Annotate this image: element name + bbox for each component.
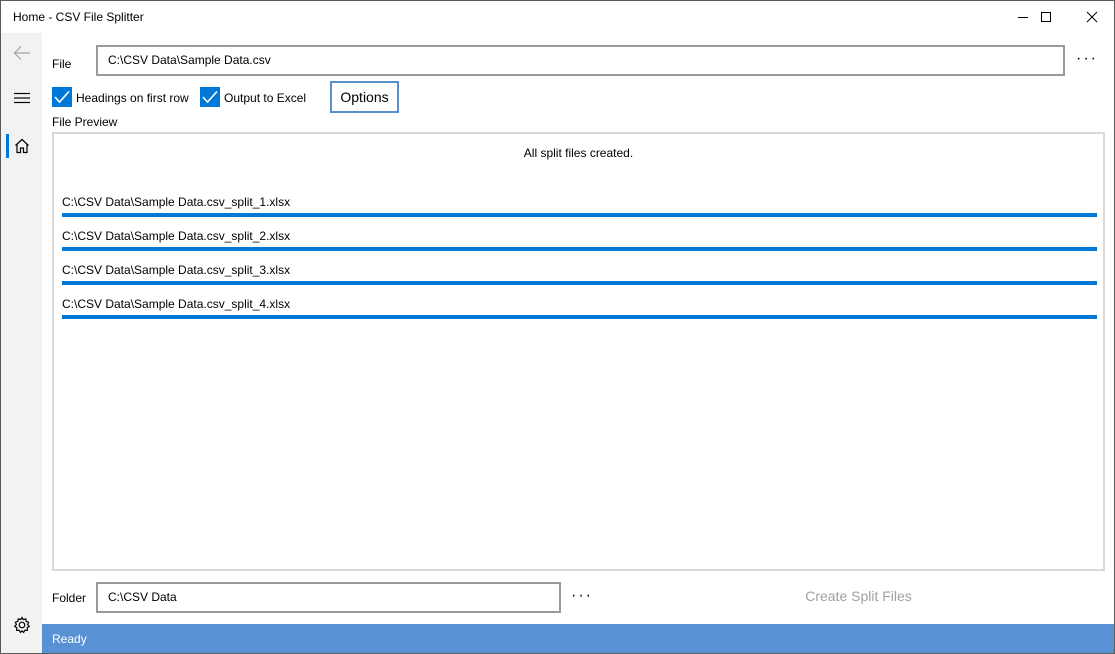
app-window: Home - CSV File Splitter File C:\CSV Dat… (0, 0, 1115, 654)
close-icon (1086, 11, 1098, 23)
excel-label[interactable]: Output to Excel (224, 91, 306, 105)
headings-label[interactable]: Headings on first row (76, 91, 189, 105)
split-file-item: C:\CSV Data\Sample Data.csv_split_1.xlsx (62, 189, 1097, 219)
split-file-item: C:\CSV Data\Sample Data.csv_split_2.xlsx (62, 223, 1097, 253)
folder-path-input[interactable]: C:\CSV Data (96, 582, 561, 613)
split-file-name: C:\CSV Data\Sample Data.csv_split_4.xlsx (62, 297, 291, 311)
maximize-icon (1041, 12, 1051, 22)
menu-button[interactable] (1, 78, 42, 118)
title-bar[interactable]: Home - CSV File Splitter (1, 1, 1114, 33)
split-progress-bar (62, 281, 1097, 285)
file-preview-panel: All split files created. C:\CSV Data\Sam… (52, 132, 1105, 571)
home-icon (14, 138, 29, 154)
options-button[interactable]: Options (330, 81, 399, 113)
file-path-input[interactable]: C:\CSV Data\Sample Data.csv (96, 45, 1065, 76)
close-button[interactable] (1069, 1, 1115, 33)
nav-pane (1, 33, 42, 653)
progress-fill (62, 247, 1097, 251)
split-file-name: C:\CSV Data\Sample Data.csv_split_3.xlsx (62, 263, 291, 277)
checkmark-icon (54, 90, 70, 104)
back-button[interactable] (1, 33, 42, 73)
gear-icon (13, 616, 30, 634)
status-bar: Ready (42, 624, 1114, 653)
window-title: Home - CSV File Splitter (13, 10, 144, 24)
status-text: Ready (52, 632, 87, 646)
folder-label: Folder (52, 591, 87, 605)
create-split-files-button[interactable]: Create Split Files (781, 588, 936, 608)
progress-fill (62, 315, 1097, 319)
progress-fill (62, 281, 1097, 285)
headings-checkbox[interactable] (52, 87, 72, 107)
browse-file-button[interactable]: ··· (1076, 51, 1098, 67)
nav-item-home[interactable] (1, 126, 42, 166)
split-file-item: C:\CSV Data\Sample Data.csv_split_3.xlsx (62, 257, 1097, 287)
file-preview-label: File Preview (52, 115, 118, 129)
nav-item-settings[interactable] (1, 605, 42, 645)
split-file-item: C:\CSV Data\Sample Data.csv_split_4.xlsx (62, 291, 1097, 321)
progress-fill (62, 213, 1097, 217)
maximize-button[interactable] (1023, 1, 1069, 33)
file-label: File (52, 57, 72, 71)
browse-folder-button[interactable]: ··· (571, 588, 593, 604)
split-file-name: C:\CSV Data\Sample Data.csv_split_2.xlsx (62, 229, 291, 243)
hamburger-icon (13, 92, 30, 104)
split-file-name: C:\CSV Data\Sample Data.csv_split_1.xlsx (62, 195, 291, 209)
split-progress-bar (62, 247, 1097, 251)
completion-message: All split files created. (523, 146, 634, 160)
excel-checkbox[interactable] (200, 87, 220, 107)
back-arrow-icon (13, 46, 30, 60)
split-progress-bar (62, 213, 1097, 217)
checkmark-icon (202, 90, 218, 104)
split-progress-bar (62, 315, 1097, 319)
